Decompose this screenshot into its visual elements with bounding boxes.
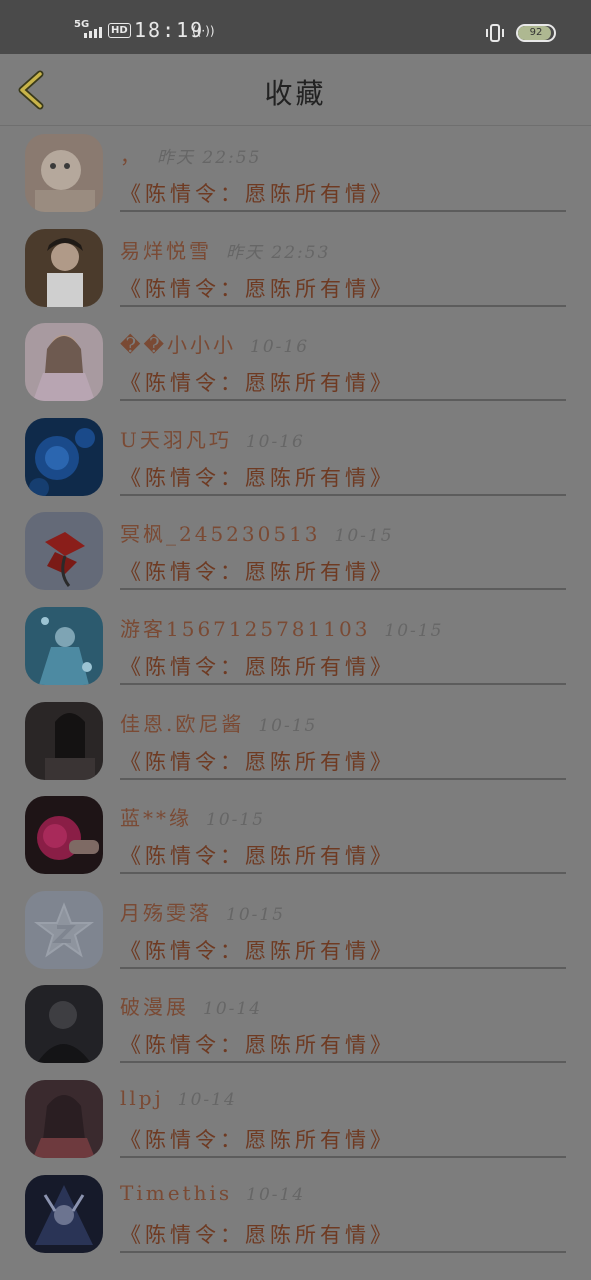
item-work-title[interactable]: 《陈情令：愿陈所有情》 — [120, 746, 395, 776]
item-work-title[interactable]: 《陈情令：愿陈所有情》 — [120, 935, 395, 965]
avatar[interactable] — [25, 323, 103, 402]
item-time: 10-16 — [250, 337, 310, 358]
avatar[interactable] — [25, 228, 103, 307]
battery-level: 92 — [529, 27, 543, 38]
item-meta: llpj 10-14 — [120, 1086, 237, 1110]
item-meta: 易烊悦雪 昨天 22:53 — [120, 235, 330, 264]
item-work-title[interactable]: 《陈情令：愿陈所有情》 — [120, 1029, 395, 1059]
item-work-title[interactable]: 《陈情令：愿陈所有情》 — [120, 178, 395, 208]
item-time: 10-16 — [245, 431, 305, 452]
divider — [120, 1250, 566, 1253]
item-meta: 蓝**缘 10-15 — [120, 802, 265, 831]
list-item[interactable]: ��小小小 10-16 《陈情令：愿陈所有情》 — [0, 315, 591, 410]
battery-icon: 92 — [516, 24, 556, 42]
item-meta: U天羽凡巧 10-16 — [120, 424, 305, 453]
item-meta: ��小小小 10-16 — [120, 329, 309, 358]
item-name[interactable]: Timethis — [120, 1181, 232, 1205]
avatar[interactable] — [25, 512, 103, 591]
item-meta: Timethis 10-14 — [120, 1181, 305, 1205]
avatar[interactable] — [25, 796, 103, 875]
avatar[interactable] — [25, 134, 103, 212]
item-name[interactable]: 游客1567125781103 — [120, 617, 370, 641]
list-item[interactable]: 月殇雯落 10-15 《陈情令：愿陈所有情》 — [0, 883, 591, 978]
item-work-title[interactable]: 《陈情令：愿陈所有情》 — [120, 1124, 395, 1154]
header: 收藏 — [0, 54, 591, 126]
divider — [120, 872, 566, 875]
divider — [120, 682, 566, 685]
hotspot-icon: ((·)) — [192, 24, 215, 38]
item-time: 10-15 — [384, 620, 444, 641]
item-meta: 佳恩.欧尼酱 10-15 — [120, 708, 317, 737]
avatar[interactable] — [25, 1174, 103, 1253]
item-name[interactable]: 易烊悦雪 — [120, 239, 212, 263]
avatar[interactable] — [25, 1079, 103, 1158]
avatar[interactable] — [25, 890, 103, 969]
list-item[interactable]: 破漫展 10-14 《陈情令：愿陈所有情》 — [0, 977, 591, 1072]
divider — [120, 966, 566, 969]
list-item[interactable]: llpj 10-14 《陈情令：愿陈所有情》 — [0, 1072, 591, 1167]
list-item[interactable]: U天羽凡巧 10-16 《陈情令：愿陈所有情》 — [0, 410, 591, 505]
item-name[interactable]: ��小小小 — [120, 333, 236, 357]
vibrate-icon — [486, 24, 504, 42]
divider — [120, 1155, 566, 1158]
page-title: 收藏 — [264, 77, 327, 110]
item-name[interactable]: U天羽凡巧 — [120, 428, 232, 452]
avatar[interactable] — [25, 701, 103, 780]
item-name[interactable]: 佳恩.欧尼酱 — [120, 712, 244, 736]
divider — [120, 304, 566, 307]
divider — [120, 588, 566, 591]
divider — [120, 777, 566, 780]
item-time: 10-14 — [177, 1089, 237, 1110]
item-name[interactable]: 蓝**缘 — [120, 806, 192, 830]
list-item[interactable]: 蓝**缘 10-15 《陈情令：愿陈所有情》 — [0, 788, 591, 883]
item-name[interactable]: 月殇雯落 — [120, 901, 212, 925]
signal-icon — [84, 24, 102, 38]
item-meta: ， 昨天 22:55 — [120, 140, 261, 169]
item-work-title[interactable]: 《陈情令：愿陈所有情》 — [120, 1219, 395, 1249]
item-meta: 冥枫_245230513 10-15 — [120, 518, 394, 547]
list-item[interactable]: 易烊悦雪 昨天 22:53 《陈情令：愿陈所有情》 — [0, 221, 591, 316]
item-work-title[interactable]: 《陈情令：愿陈所有情》 — [120, 556, 395, 586]
divider — [120, 1061, 566, 1064]
divider — [120, 210, 566, 212]
item-name[interactable]: 破漫展 — [120, 995, 189, 1019]
item-work-title[interactable]: 《陈情令：愿陈所有情》 — [120, 651, 395, 681]
item-work-title[interactable]: 《陈情令：愿陈所有情》 — [120, 273, 395, 303]
list-item[interactable]: 冥枫_245230513 10-15 《陈情令：愿陈所有情》 — [0, 504, 591, 599]
item-time: 昨天 22:55 — [157, 148, 262, 168]
list-item[interactable]: 游客1567125781103 10-15 《陈情令：愿陈所有情》 — [0, 599, 591, 694]
status-bar: 5G HD 18:19 ((·)) 92 — [0, 0, 591, 54]
item-time: 10-15 — [334, 526, 394, 547]
item-name[interactable]: ， — [120, 144, 143, 168]
item-meta: 游客1567125781103 10-15 — [120, 613, 443, 642]
divider — [120, 399, 566, 402]
item-time: 10-15 — [206, 810, 266, 831]
avatar[interactable] — [25, 417, 103, 496]
list-item[interactable]: ， 昨天 22:55 《陈情令：愿陈所有情》 — [0, 126, 591, 221]
item-time: 10-15 — [226, 904, 286, 925]
item-meta: 月殇雯落 10-15 — [120, 897, 285, 926]
item-work-title[interactable]: 《陈情令：愿陈所有情》 — [120, 367, 395, 397]
item-time: 10-14 — [203, 999, 263, 1020]
item-time: 10-14 — [246, 1184, 306, 1205]
item-meta: 破漫展 10-14 — [120, 991, 262, 1020]
item-work-title[interactable]: 《陈情令：愿陈所有情》 — [120, 462, 395, 492]
favorites-list: ，昨天 22:55 《陈情令：愿陈所有情》 易烊悦雪 昨天 22:53 《陈情令：愿陈所… — [0, 126, 591, 1261]
divider — [120, 493, 566, 496]
item-time: 昨天 22:53 — [226, 242, 331, 263]
item-time: 10-15 — [258, 715, 318, 736]
list-item[interactable]: Timethis 10-14 《陈情令：愿陈所有情》 — [0, 1167, 591, 1262]
list-item[interactable]: 佳恩.欧尼酱 10-15 《陈情令：愿陈所有情》 — [0, 694, 591, 789]
avatar[interactable] — [25, 985, 103, 1064]
avatar[interactable] — [25, 606, 103, 685]
item-work-title[interactable]: 《陈情令：愿陈所有情》 — [120, 840, 395, 870]
item-name[interactable]: 冥枫_245230513 — [120, 522, 321, 546]
item-name[interactable]: llpj — [120, 1086, 164, 1110]
hd-icon: HD — [108, 23, 131, 38]
